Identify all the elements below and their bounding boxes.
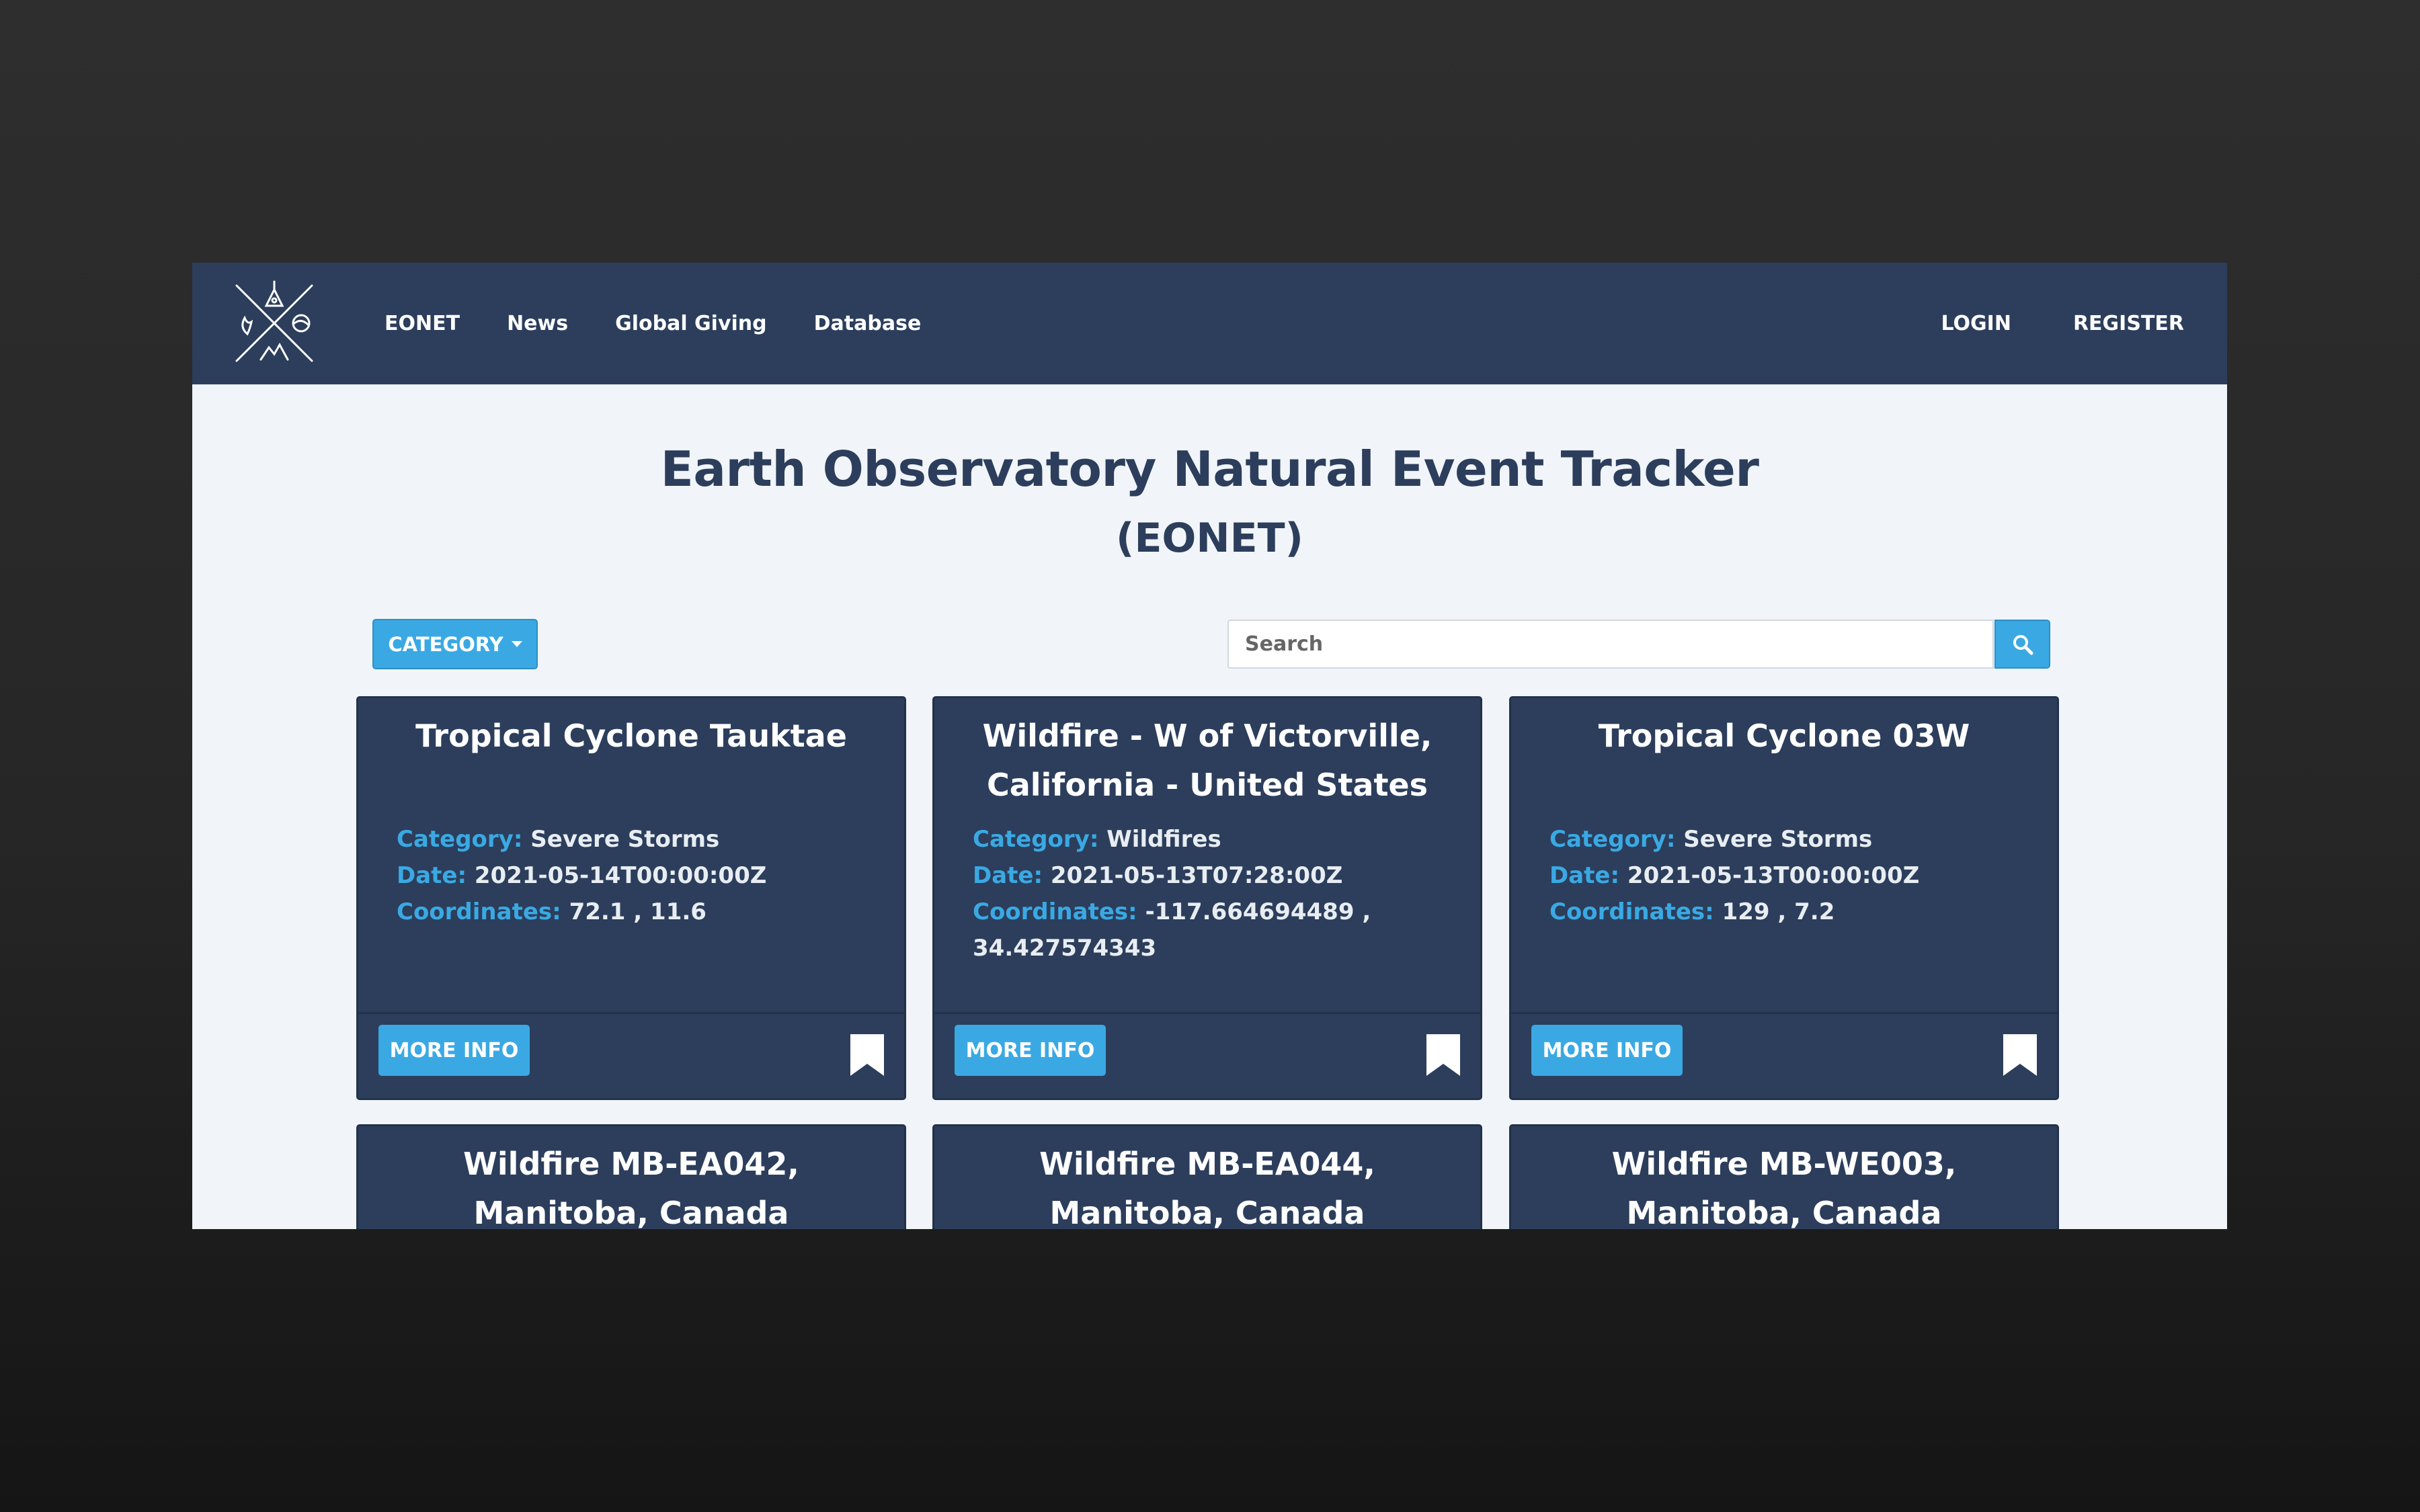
- category-label: Category:: [973, 826, 1099, 853]
- event-details: Category: Wildfires Date: 2021-05-13T07:…: [973, 821, 1460, 966]
- card-footer: MORE INFO: [934, 1012, 1480, 1098]
- nav-link-database[interactable]: Database: [814, 312, 922, 335]
- more-info-button[interactable]: MORE INFO: [1531, 1025, 1683, 1076]
- date-label: Date:: [1549, 862, 1620, 889]
- search-icon: [2013, 634, 2033, 655]
- event-title: Wildfire MB-EA042, Manitoba, Canada: [463, 1146, 799, 1229]
- browser-viewport: EONET News Global Giving Database LOGIN …: [192, 263, 2227, 1229]
- card-footer: MORE INFO: [358, 1012, 904, 1098]
- auth-links: LOGIN REGISTER: [1880, 263, 2185, 384]
- nav-links: EONET News Global Giving Database: [385, 263, 968, 384]
- category-value: Severe Storms: [530, 826, 720, 853]
- bookmark-icon[interactable]: [850, 1034, 884, 1076]
- login-link[interactable]: LOGIN: [1941, 312, 2011, 335]
- category-label: Category:: [397, 826, 523, 853]
- event-card: Tropical Cyclone Tauktae Category: Sever…: [356, 696, 906, 1100]
- event-title: Tropical Cyclone Tauktae: [415, 718, 847, 754]
- category-value: Wildfires: [1106, 826, 1221, 853]
- more-info-button[interactable]: MORE INFO: [378, 1025, 530, 1076]
- category-dropdown-label: CATEGORY: [388, 632, 503, 656]
- date-value: 2021-05-14T00:00:00Z: [474, 862, 767, 889]
- caret-down-icon: [511, 641, 522, 647]
- bookmark-icon[interactable]: [2003, 1034, 2037, 1076]
- event-title: Tropical Cyclone 03W: [1598, 718, 1970, 754]
- more-info-button[interactable]: MORE INFO: [955, 1025, 1106, 1076]
- register-link[interactable]: REGISTER: [2073, 312, 2184, 335]
- search-input[interactable]: [1227, 620, 1994, 669]
- category-value: Severe Storms: [1683, 826, 1873, 853]
- coordinates-label: Coordinates:: [397, 898, 561, 925]
- date-label: Date:: [973, 862, 1043, 889]
- nav-link-eonet[interactable]: EONET: [385, 312, 460, 335]
- category-dropdown-button[interactable]: CATEGORY: [372, 619, 538, 669]
- eonet-logo-icon[interactable]: [231, 280, 317, 366]
- coordinates-label: Coordinates:: [1549, 898, 1714, 925]
- page-subtitle: (EONET): [1116, 515, 1303, 562]
- bookmark-icon[interactable]: [1426, 1034, 1460, 1076]
- event-details: Category: Severe Storms Date: 2021-05-14…: [397, 821, 884, 930]
- event-card: Tropical Cyclone 03W Category: Severe St…: [1509, 696, 2059, 1100]
- search-button[interactable]: [1994, 620, 2050, 669]
- event-card: Wildfire - W of Victorville, California …: [932, 696, 1482, 1100]
- event-details: Category: Severe Storms Date: 2021-05-13…: [1549, 821, 2037, 930]
- coordinates-value: 72.1 , 11.6: [569, 898, 707, 925]
- date-value: 2021-05-13T07:28:00Z: [1050, 862, 1343, 889]
- navbar: EONET News Global Giving Database LOGIN …: [192, 263, 2227, 384]
- event-card: Wildfire MB-WE003, Manitoba, Canada: [1509, 1124, 2059, 1229]
- event-title: Wildfire MB-WE003, Manitoba, Canada: [1611, 1146, 1957, 1229]
- nav-link-global-giving[interactable]: Global Giving: [615, 312, 767, 335]
- coordinates-label: Coordinates:: [973, 898, 1137, 925]
- event-title: Wildfire - W of Victorville, California …: [982, 718, 1433, 803]
- event-title: Wildfire MB-EA044, Manitoba, Canada: [1039, 1146, 1375, 1229]
- card-footer: MORE INFO: [1511, 1012, 2057, 1098]
- date-label: Date:: [397, 862, 467, 889]
- page-title: Earth Observatory Natural Event Tracker: [660, 441, 1759, 497]
- event-card: Wildfire MB-EA044, Manitoba, Canada: [932, 1124, 1482, 1229]
- nav-link-news[interactable]: News: [507, 312, 568, 335]
- date-value: 2021-05-13T00:00:00Z: [1627, 862, 1920, 889]
- coordinates-value: 129 , 7.2: [1722, 898, 1835, 925]
- category-label: Category:: [1549, 826, 1676, 853]
- event-card: Wildfire MB-EA042, Manitoba, Canada: [356, 1124, 906, 1229]
